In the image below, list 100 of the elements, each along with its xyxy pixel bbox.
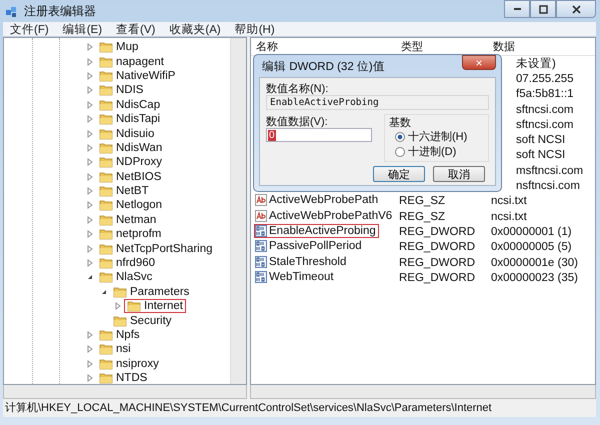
tree-item[interactable]: Ndisuio: [96, 126, 158, 141]
value-name[interactable]: PassivePollPeriod: [254, 239, 365, 254]
value-name[interactable]: EnableActiveProbing: [254, 224, 379, 238]
expand-arrow-icon[interactable]: [86, 216, 94, 224]
tree-item[interactable]: NetBIOS: [96, 170, 164, 184]
expand-arrow-icon[interactable]: [86, 230, 94, 238]
tree-item[interactable]: NetTcpPortSharing: [96, 242, 216, 256]
tree-item[interactable]: NetBT: [96, 184, 152, 198]
maximize-icon: [538, 4, 548, 14]
expand-arrow-icon[interactable]: [114, 302, 122, 310]
value-name[interactable]: WebTimeout: [254, 270, 337, 284]
tree-item[interactable]: Mup: [96, 40, 142, 54]
expand-arrow-icon[interactable]: [86, 86, 94, 94]
tree-item[interactable]: nfrd960: [96, 256, 158, 270]
folder-icon: [99, 228, 113, 240]
radio-label[interactable]: 十进制(D): [408, 144, 456, 159]
folder-icon: [127, 300, 141, 312]
tree-item[interactable]: NDProxy: [96, 155, 166, 170]
maximize-button[interactable]: [530, 0, 556, 18]
folder-icon: [99, 56, 113, 68]
column-header[interactable]: 数据: [488, 39, 595, 54]
collapse-arrow-icon[interactable]: [100, 288, 108, 296]
expand-arrow-icon[interactable]: [86, 187, 94, 196]
expand-arrow-icon[interactable]: [86, 158, 94, 166]
folder-icon: [99, 343, 113, 356]
tree-item[interactable]: NTDS: [96, 371, 150, 384]
tree-item[interactable]: Security: [110, 314, 175, 328]
expand-arrow-icon[interactable]: [86, 58, 94, 66]
horizontal-scrollbar[interactable]: [3, 385, 247, 399]
folder-icon: [99, 156, 113, 168]
tree-item[interactable]: nsiproxy: [96, 356, 162, 371]
menu-item[interactable]: 文件(F): [10, 22, 49, 36]
expand-arrow-icon[interactable]: [86, 43, 94, 52]
table-cell: f5a:5b81::1: [516, 88, 574, 100]
menu-item[interactable]: 查看(V): [116, 22, 156, 36]
menu-item[interactable]: 收藏夹(A): [169, 22, 221, 36]
minimize-icon: [514, 8, 520, 10]
string-value-icon: [255, 194, 267, 206]
tree-item[interactable]: napagent: [96, 54, 167, 69]
expand-arrow-icon[interactable]: [86, 72, 94, 80]
expand-arrow-icon[interactable]: [86, 115, 94, 124]
radio-button[interactable]: [395, 132, 405, 142]
expand-arrow-icon[interactable]: [86, 360, 94, 368]
value-name[interactable]: StaleThreshold: [254, 254, 350, 269]
expand-arrow-icon[interactable]: [86, 244, 94, 253]
menu-item[interactable]: 编辑(E): [62, 22, 102, 36]
table-cell: REG_DWORD: [399, 241, 476, 254]
minimize-button[interactable]: [504, 0, 530, 18]
table-cell: REG_DWORD: [399, 256, 476, 268]
tree-item[interactable]: NDIS: [96, 83, 146, 98]
horizontal-scrollbar[interactable]: [250, 385, 596, 399]
tree-item[interactable]: Internet: [124, 299, 186, 314]
ok-button[interactable]: 确定: [373, 166, 425, 182]
tree-item[interactable]: netprofm: [96, 227, 164, 242]
folder-icon: [99, 128, 113, 140]
radio-option[interactable]: 十进制(D): [389, 144, 484, 159]
value-name[interactable]: ActiveWebProbePathV6: [254, 208, 396, 223]
cancel-button[interactable]: 取消: [433, 166, 485, 182]
radio-option[interactable]: 十六进制(H): [389, 129, 484, 144]
column-header[interactable]: 类型: [396, 39, 488, 54]
tree-item[interactable]: NdisTapi: [96, 112, 164, 126]
tree-item[interactable]: NdisCap: [96, 98, 164, 112]
close-button[interactable]: [556, 0, 596, 18]
table-cell: soft NCSI: [516, 134, 566, 146]
tree-item[interactable]: Netman: [96, 212, 160, 227]
expand-arrow-icon[interactable]: [86, 130, 94, 138]
radio-label[interactable]: 十六进制(H): [408, 129, 468, 144]
tree-item[interactable]: NativeWifiP: [96, 68, 178, 83]
tree-item[interactable]: Parameters: [110, 284, 192, 299]
tree-item[interactable]: nsi: [96, 342, 134, 356]
menu-item[interactable]: 帮助(H): [234, 22, 275, 36]
expand-arrow-icon[interactable]: [86, 144, 94, 152]
value-data-label: 数值数据(V):: [266, 115, 329, 128]
value-name[interactable]: ActiveWebProbePath: [254, 193, 382, 208]
vertical-scrollbar[interactable]: [230, 38, 246, 384]
expand-arrow-icon[interactable]: [86, 331, 94, 339]
table-cell: sftncsi.com: [516, 118, 574, 131]
value-data-field[interactable]: 0: [266, 128, 372, 142]
expand-arrow-icon[interactable]: [86, 201, 94, 210]
collapse-arrow-icon[interactable]: [86, 273, 94, 282]
string-value-icon: [255, 210, 267, 222]
table-cell: 未设置): [516, 58, 556, 70]
column-header[interactable]: 名称: [251, 39, 396, 54]
tree-item[interactable]: Npfs: [96, 328, 143, 342]
binary-value-icon: [255, 240, 267, 252]
tree-item[interactable]: Netlogon: [96, 198, 166, 212]
folder-icon: [99, 358, 113, 370]
tree-item[interactable]: NdisWan: [96, 140, 166, 155]
table-cell: 07.255.255: [516, 72, 574, 85]
tree-item[interactable]: NlaSvc: [96, 270, 156, 284]
folder-icon: [99, 113, 113, 126]
expand-arrow-icon[interactable]: [86, 345, 94, 354]
radio-button[interactable]: [395, 146, 405, 156]
folder-icon: [99, 84, 113, 96]
expand-arrow-icon[interactable]: [86, 259, 94, 268]
expand-arrow-icon[interactable]: [86, 374, 94, 382]
table-cell: 0x0000001e (30): [491, 256, 578, 268]
expand-arrow-icon[interactable]: [86, 100, 94, 109]
expand-arrow-icon[interactable]: [86, 172, 94, 181]
value-name-label: 数值名称(N):: [266, 82, 330, 95]
